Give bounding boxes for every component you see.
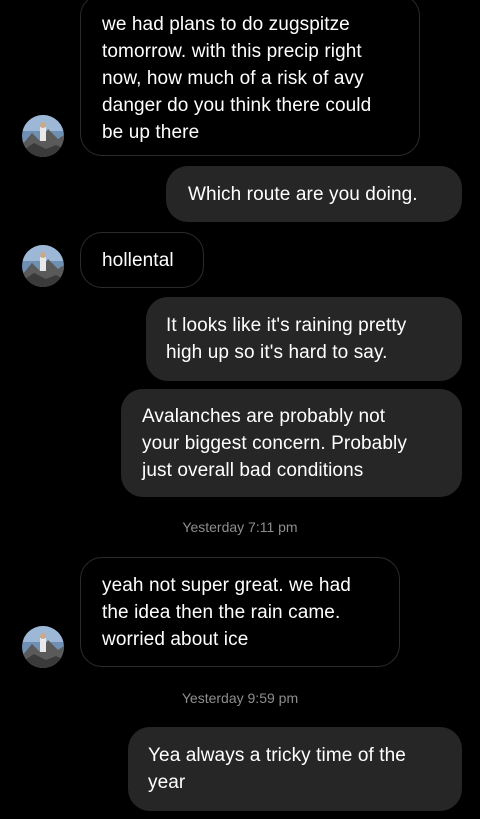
outgoing-message-bubble[interactable]: It looks like it's raining pretty high u…: [146, 297, 462, 381]
message-text-line: Yea always a tricky time of the: [148, 745, 406, 766]
avatar-mountain-icon: [22, 626, 64, 668]
message-text-line: yeah not super great. we had: [102, 575, 351, 596]
message-text-line: your biggest concern. Probably: [142, 433, 407, 454]
contact-avatar[interactable]: [22, 245, 64, 287]
message-text-line: high up so it's hard to say.: [166, 342, 388, 363]
message-text-line: Which route are you doing.: [188, 184, 418, 205]
message-text-line: It looks like it's raining pretty: [166, 315, 407, 336]
contact-avatar[interactable]: [22, 115, 64, 157]
incoming-message-bubble[interactable]: we had plans to do zugspitze tomorrow. w…: [80, 0, 420, 156]
outgoing-message-bubble[interactable]: Which route are you doing.: [166, 166, 462, 222]
outgoing-message-bubble[interactable]: Avalanches are probably not your biggest…: [121, 389, 462, 497]
message-text-line: be up there: [102, 122, 200, 143]
message-text-line: we had plans to do zugspitze: [102, 14, 350, 35]
message-text-line: Avalanches are probably not: [142, 406, 386, 427]
message-text-line: danger do you think there could: [102, 95, 372, 116]
avatar-mountain-icon: [22, 115, 64, 157]
message-text-line: now, how much of a risk of avy: [102, 68, 364, 89]
message-text-line: tomorrow. with this precip right: [102, 41, 362, 62]
message-text-line: year: [148, 772, 186, 793]
message-timestamp: Yesterday 9:59 pm: [181, 690, 299, 706]
message-text-line: just overall bad conditions: [142, 460, 364, 481]
outgoing-message-bubble[interactable]: Yea always a tricky time of the year: [128, 727, 462, 811]
avatar-mountain-icon: [22, 245, 64, 287]
message-timestamp: Yesterday 7:11 pm: [182, 519, 298, 535]
message-text-line: worried about ice: [102, 629, 249, 650]
incoming-message-bubble[interactable]: hollental: [80, 232, 204, 288]
message-text-line: hollental: [102, 250, 174, 271]
message-text-line: the idea then the rain came.: [102, 602, 341, 623]
incoming-message-bubble[interactable]: yeah not super great. we had the idea th…: [80, 557, 400, 667]
contact-avatar[interactable]: [22, 626, 64, 668]
